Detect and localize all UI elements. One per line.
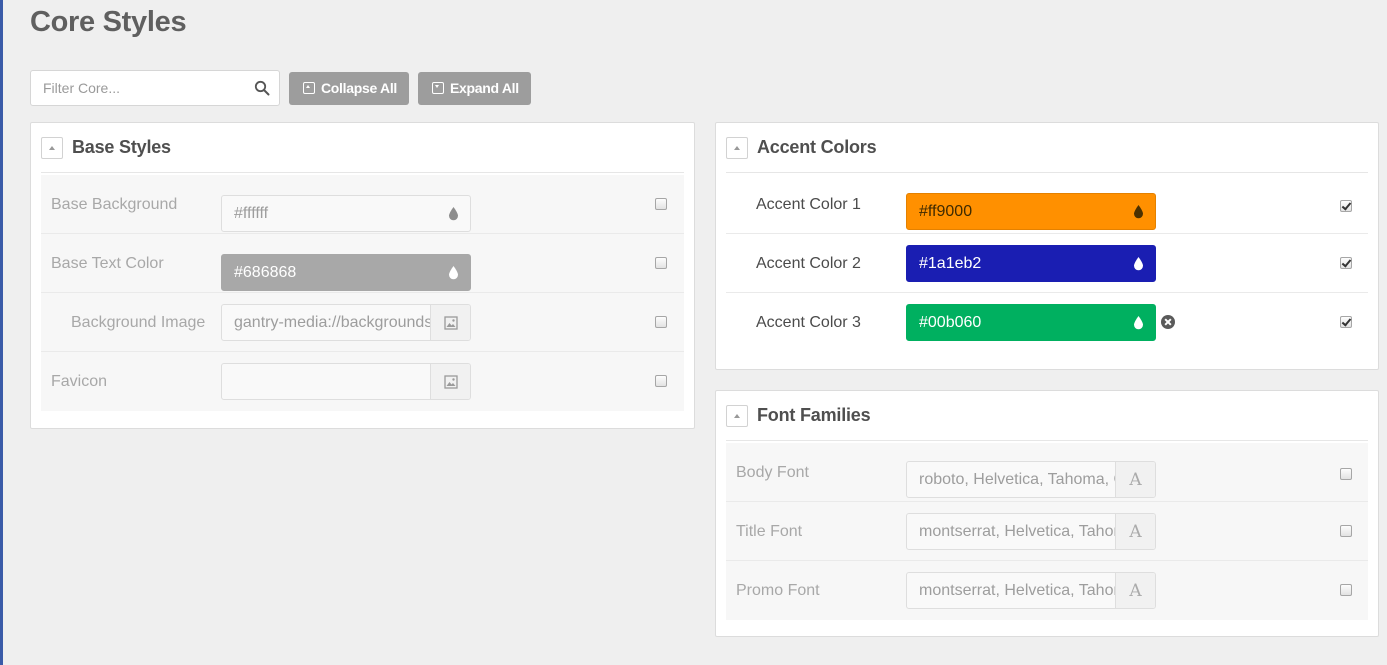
accent-colors-rows: Accent Color 1 #ff9000 Accent Color 2 #1… — [726, 175, 1368, 352]
title-font-checkbox[interactable] — [1340, 525, 1352, 537]
base-background-value: #ffffff — [234, 204, 269, 222]
body-font-checkbox[interactable] — [1340, 468, 1352, 480]
expand-all-button[interactable]: Expand All — [418, 71, 531, 105]
collapse-all-label: Collapse All — [321, 80, 398, 96]
color-drop-icon[interactable] — [448, 206, 459, 221]
expand-all-label: Expand All — [450, 80, 519, 96]
color-drop-icon[interactable] — [1133, 204, 1144, 219]
title-font-row: Title Font montserrat, Helvetica, Tahoma… — [726, 502, 1368, 561]
body-font-row: Body Font roboto, Helvetica, Tahoma, Gen… — [726, 443, 1368, 502]
search-icon[interactable] — [254, 80, 270, 96]
color-drop-icon[interactable] — [1133, 315, 1144, 330]
image-picker-icon[interactable] — [430, 364, 470, 399]
favicon-checkbox[interactable] — [655, 375, 667, 387]
title-font-value: montserrat, Helvetica, Tahoma, Geneva, A… — [919, 522, 1115, 540]
accent-color-2-row: Accent Color 2 #1a1eb2 — [726, 234, 1368, 293]
base-styles-header: Base Styles — [41, 123, 684, 173]
background-image-field[interactable]: gantry-media://backgrounds/ — [221, 304, 471, 341]
favicon-label: Favicon — [51, 373, 108, 390]
accent-color-2-field[interactable]: #1a1eb2 — [906, 245, 1156, 282]
accent-color-3-value: #00b060 — [919, 313, 982, 331]
accent-color-2-value: #1a1eb2 — [919, 254, 982, 272]
font-picker-icon[interactable]: A — [1115, 573, 1155, 608]
accent-color-1-field[interactable]: #ff9000 — [906, 193, 1156, 230]
chevron-up-icon[interactable] — [726, 136, 748, 159]
accent-colors-card: Accent Colors Accent Color 1 #ff9000 Acc… — [715, 122, 1379, 370]
window-left-edge — [0, 0, 3, 665]
font-families-rows: Body Font roboto, Helvetica, Tahoma, Gen… — [726, 443, 1368, 620]
font-picker-glyph: A — [1129, 580, 1142, 601]
background-image-value: gantry-media://backgrounds/ — [234, 313, 430, 331]
collapse-icon — [303, 82, 315, 94]
base-background-checkbox[interactable] — [655, 198, 667, 210]
font-families-header: Font Families — [726, 391, 1368, 441]
base-text-color-checkbox[interactable] — [655, 257, 667, 269]
promo-font-label: Promo Font — [736, 582, 820, 599]
body-font-field[interactable]: roboto, Helvetica, Tahoma, Geneva, Arial… — [906, 461, 1156, 498]
accent-color-3-checkbox[interactable] — [1340, 316, 1352, 328]
accent-color-2-checkbox[interactable] — [1340, 257, 1352, 269]
color-drop-icon[interactable] — [1133, 256, 1144, 271]
title-font-label: Title Font — [736, 523, 803, 540]
font-picker-icon[interactable]: A — [1115, 462, 1155, 497]
body-font-value: roboto, Helvetica, Tahoma, Geneva, Arial… — [919, 470, 1115, 488]
promo-font-row: Promo Font montserrat, Helvetica, Tahoma… — [726, 561, 1368, 620]
font-families-card: Font Families Body Font roboto, Helvetic… — [715, 390, 1379, 637]
font-picker-icon[interactable]: A — [1115, 514, 1155, 549]
clear-icon[interactable] — [1161, 315, 1175, 329]
body-font-label: Body Font — [736, 464, 809, 481]
base-text-color-row: Base Text Color #686868 — [41, 234, 684, 293]
background-image-row: Background Image gantry-media://backgrou… — [41, 293, 684, 352]
base-background-field[interactable]: #ffffff — [221, 195, 471, 232]
base-background-label: Base Background — [51, 196, 178, 213]
favicon-field[interactable] — [221, 363, 471, 400]
accent-colors-title: Accent Colors — [757, 137, 877, 157]
chevron-up-icon[interactable] — [41, 136, 63, 159]
font-picker-glyph: A — [1129, 521, 1142, 542]
background-image-label: Background Image — [71, 314, 206, 331]
accent-color-1-checkbox[interactable] — [1340, 200, 1352, 212]
expand-icon — [432, 82, 445, 94]
accent-color-3-label: Accent Color 3 — [756, 314, 861, 331]
font-families-title: Font Families — [757, 405, 871, 425]
font-picker-glyph: A — [1129, 469, 1142, 490]
accent-color-1-value: #ff9000 — [919, 202, 973, 220]
image-picker-icon[interactable] — [430, 305, 470, 340]
chevron-up-icon[interactable] — [726, 404, 748, 427]
filter-box — [30, 70, 280, 106]
collapse-all-button[interactable]: Collapse All — [289, 71, 410, 105]
promo-font-checkbox[interactable] — [1340, 584, 1352, 596]
page-title: Core Styles — [30, 6, 187, 38]
accent-color-3-field[interactable]: #00b060 — [906, 304, 1156, 341]
promo-font-field[interactable]: montserrat, Helvetica, Tahoma, Geneva, A… — [906, 572, 1156, 609]
filter-input[interactable] — [31, 71, 279, 105]
title-font-field[interactable]: montserrat, Helvetica, Tahoma, Geneva, A… — [906, 513, 1156, 550]
base-styles-card: Base Styles Base Background #ffffff Base… — [30, 122, 695, 429]
base-text-color-label: Base Text Color — [51, 255, 164, 272]
base-styles-rows: Base Background #ffffff Base Text Color … — [41, 175, 684, 411]
color-drop-icon[interactable] — [448, 265, 459, 280]
promo-font-value: montserrat, Helvetica, Tahoma, Geneva, A… — [919, 581, 1115, 599]
background-image-checkbox[interactable] — [655, 316, 667, 328]
accent-color-1-label: Accent Color 1 — [756, 196, 861, 213]
accent-color-2-label: Accent Color 2 — [756, 255, 861, 272]
favicon-row: Favicon — [41, 352, 684, 411]
base-text-color-value: #686868 — [234, 263, 297, 281]
accent-color-1-row: Accent Color 1 #ff9000 — [726, 175, 1368, 234]
accent-colors-header: Accent Colors — [726, 123, 1368, 173]
base-styles-title: Base Styles — [72, 137, 171, 157]
accent-color-3-row: Accent Color 3 #00b060 — [726, 293, 1368, 352]
base-text-color-field[interactable]: #686868 — [221, 254, 471, 291]
toolbar: Collapse All Expand All — [30, 70, 531, 106]
base-background-row: Base Background #ffffff — [41, 175, 684, 234]
